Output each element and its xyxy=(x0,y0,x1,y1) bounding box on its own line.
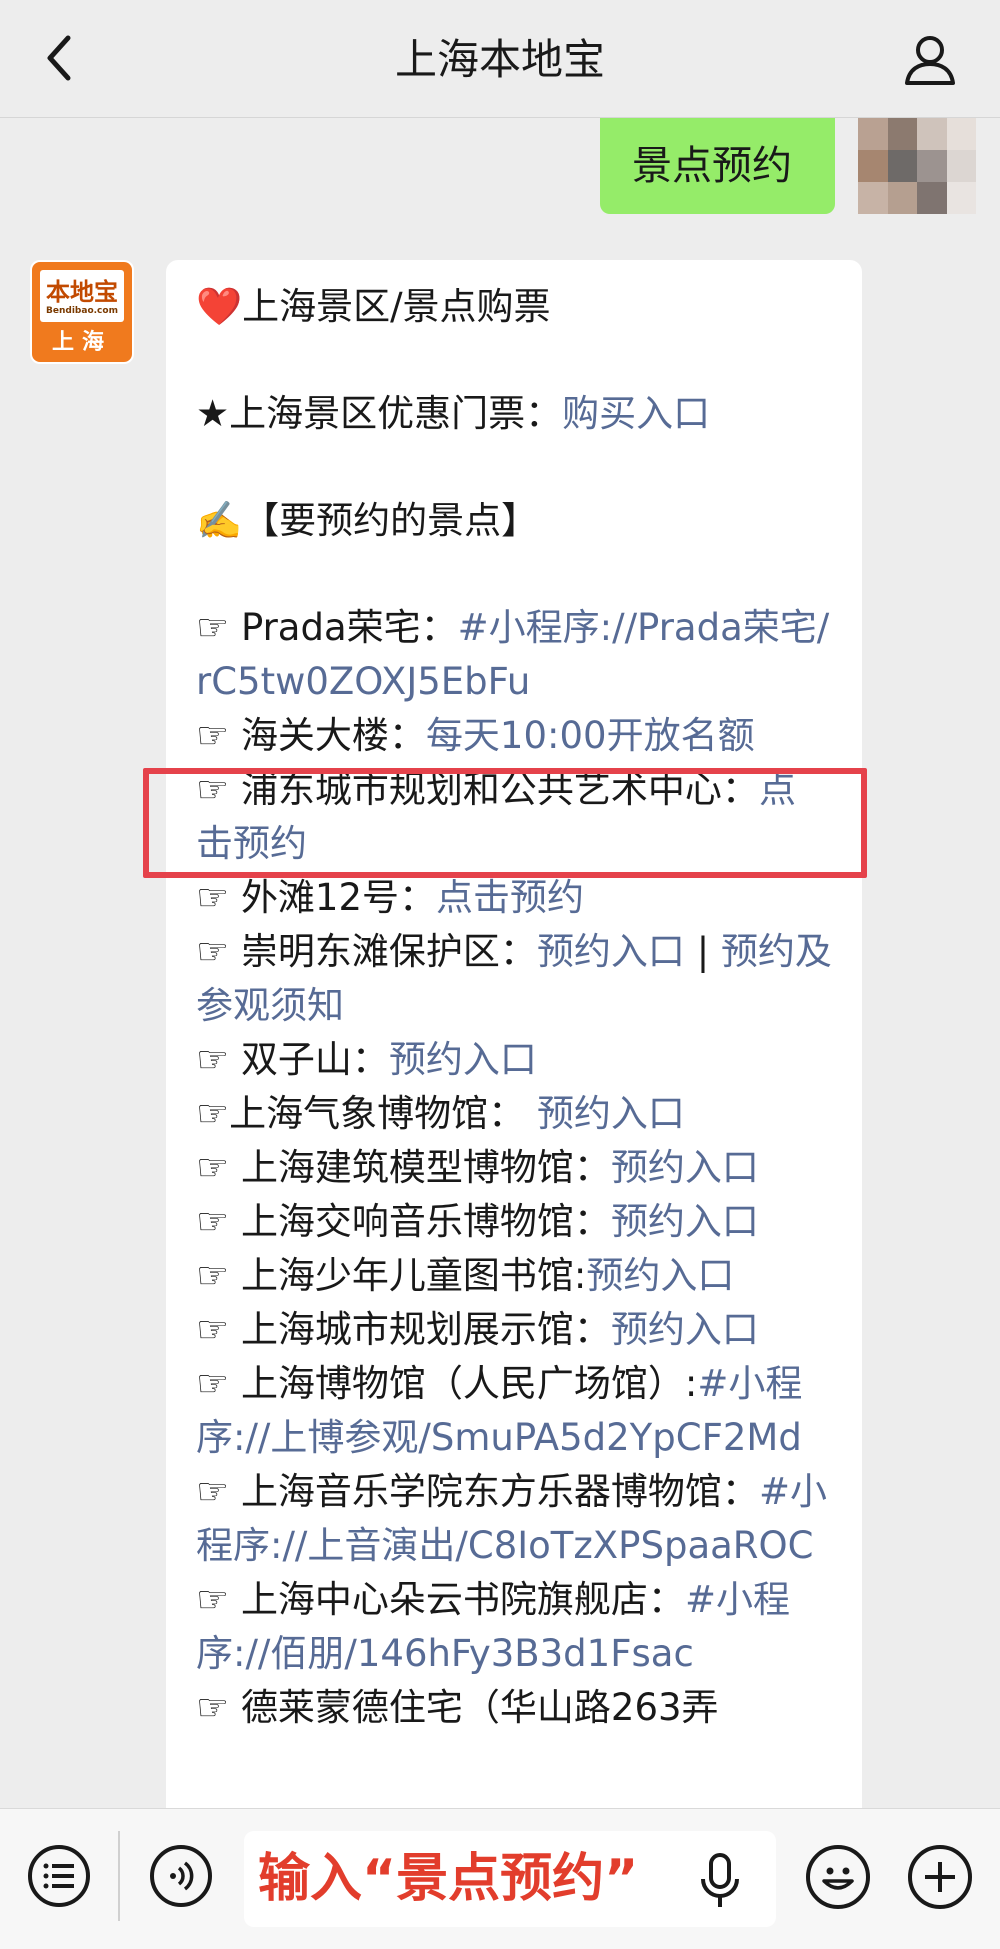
more-button[interactable] xyxy=(908,1845,972,1909)
header-bar: 上海本地宝 xyxy=(0,0,1000,118)
attraction-item: ☞ 上海交响音乐博物馆：预约入口 xyxy=(196,1195,832,1249)
attraction-item: ☞ 德莱蒙德住宅（华山路263弄 xyxy=(196,1681,832,1735)
buy-ticket-link[interactable]: 购买入口 xyxy=(562,392,710,435)
toolbar-divider xyxy=(118,1831,120,1921)
attraction-item: ☞ Prada荣宅：#小程序://Prada荣宅/rC5tw0ZOXJ5EbFu xyxy=(196,601,832,709)
pointing-hand-icon: ☞ xyxy=(196,1362,241,1405)
plus-icon xyxy=(925,1862,955,1892)
attraction-item: ☞ 崇明东滩保护区：预约入口 | 预约及参观须知 xyxy=(196,925,832,1033)
attraction-name: 外滩12号： xyxy=(240,876,437,919)
reservation-link[interactable]: 预约入口 xyxy=(389,1038,537,1081)
outgoing-message-text: 景点预约 xyxy=(632,143,792,189)
attraction-name: 上海中心朵云书院旗舰店： xyxy=(240,1578,685,1621)
pointing-hand-icon: ☞ xyxy=(196,1092,230,1135)
ticket-label: ★上海景区优惠门票： xyxy=(196,392,563,435)
pointing-hand-icon: ☞ xyxy=(196,1146,241,1189)
reservation-link[interactable]: 每天10:00开放名额 xyxy=(426,714,755,757)
attraction-item: ☞ 外滩12号：点击预约 xyxy=(196,871,832,925)
person-icon xyxy=(905,36,955,85)
pointing-hand-icon: ☞ xyxy=(196,1470,241,1513)
incoming-message-bubble: ❤️上海景区/景点购票 ★上海景区优惠门票：购买入口 ✍️【要预约的景点】 ☞ … xyxy=(166,260,862,1820)
back-button[interactable] xyxy=(32,30,88,86)
message-input[interactable]: 输入“景点预约” xyxy=(244,1831,776,1927)
menu-button[interactable] xyxy=(28,1845,90,1907)
reservation-link[interactable]: 预约入口 xyxy=(537,930,685,973)
chat-title: 上海本地宝 xyxy=(394,35,605,84)
attraction-item: ☞ 上海中心朵云书院旗舰店：#小程序://佰朋/146hFy3B3d1Fsac xyxy=(196,1573,832,1681)
mic-icon[interactable] xyxy=(698,1853,742,1909)
voice-button[interactable] xyxy=(150,1845,212,1907)
attraction-item: ☞上海气象博物馆： 预约入口 xyxy=(196,1087,832,1141)
chevron-left-icon xyxy=(47,35,71,81)
attraction-name: 上海少年儿童图书馆: xyxy=(240,1254,587,1297)
avatar-city: 上海 xyxy=(51,330,112,355)
pointing-hand-icon: ☞ xyxy=(196,1254,241,1297)
attraction-item: ☞ 浦东城市规划和公共艺术中心：点击预约 xyxy=(196,763,832,871)
pointing-hand-icon: ☞ xyxy=(196,1038,241,1081)
attraction-item: ☞ 上海城市规划展示馆：预约入口 xyxy=(196,1303,832,1357)
link-separator: | xyxy=(684,930,721,973)
input-toolbar: 输入“景点预约” xyxy=(0,1808,1000,1949)
attraction-name: 上海城市规划展示馆： xyxy=(240,1308,611,1351)
emoji-icon xyxy=(822,1867,854,1890)
attraction-name: 双子山： xyxy=(240,1038,389,1081)
attraction-name: 海关大楼： xyxy=(240,714,426,757)
attraction-item: ☞ 上海建筑模型博物馆：预约入口 xyxy=(196,1141,832,1195)
attraction-item: ☞ 上海音乐学院东方乐器博物馆：#小程序://上音演出/C8IoTzXPSpaa… xyxy=(196,1465,832,1573)
attraction-name: 上海博物馆（人民广场馆）: xyxy=(240,1362,698,1405)
ticket-line: ★上海景区优惠门票：购买入口 xyxy=(196,387,832,441)
attraction-item: ☞ 上海博物馆（人民广场馆）:#小程序://上博参观/SmuPA5d2YpCF2… xyxy=(196,1357,832,1465)
reservation-link[interactable]: 预约入口 xyxy=(611,1146,759,1189)
avatar-domain: Bendibao.com xyxy=(46,306,118,316)
attraction-item: ☞ 双子山：预约入口 xyxy=(196,1033,832,1087)
emoji-button[interactable] xyxy=(806,1845,870,1909)
attraction-name: 崇明东滩保护区： xyxy=(240,930,537,973)
attraction-name: 上海交响音乐博物馆： xyxy=(240,1200,611,1243)
attraction-item: ☞ 上海少年儿童图书馆:预约入口 xyxy=(196,1249,832,1303)
pointing-hand-icon: ☞ xyxy=(196,768,241,811)
attraction-name: 浦东城市规划和公共艺术中心： xyxy=(240,768,759,811)
heart-icon: ❤️ xyxy=(196,285,243,328)
attraction-name: 上海气象博物馆： xyxy=(229,1092,537,1135)
pointing-hand-icon: ☞ xyxy=(196,876,241,919)
pointing-hand-icon: ☞ xyxy=(196,606,241,649)
attraction-list: ☞ Prada荣宅：#小程序://Prada荣宅/rC5tw0ZOXJ5EbFu… xyxy=(196,601,832,1735)
attraction-name: 上海建筑模型博物馆： xyxy=(240,1146,611,1189)
outgoing-message-bubble[interactable]: 景点预约 xyxy=(600,118,835,214)
attraction-name: Prada荣宅： xyxy=(240,606,458,649)
reservation-link[interactable]: 预约入口 xyxy=(537,1092,685,1135)
pointing-hand-icon: ☞ xyxy=(196,1200,241,1243)
attraction-name: 德莱蒙德住宅（华山路263弄 xyxy=(240,1686,719,1729)
pointing-hand-icon: ☞ xyxy=(196,1578,241,1621)
attraction-item: ☞ 海关大楼：每天10:00开放名额 xyxy=(196,709,832,763)
section-heading: ✍️【要预约的景点】 xyxy=(196,499,539,542)
pointing-hand-icon: ☞ xyxy=(196,1308,241,1351)
user-avatar[interactable] xyxy=(858,118,976,214)
attraction-name: 上海音乐学院东方乐器博物馆： xyxy=(240,1470,759,1513)
reservation-link[interactable]: 预约入口 xyxy=(586,1254,734,1297)
voice-icon xyxy=(170,1861,194,1891)
profile-button[interactable] xyxy=(900,30,960,90)
reservation-link[interactable]: 预约入口 xyxy=(611,1200,759,1243)
pointing-hand-icon: ☞ xyxy=(196,714,241,757)
pointing-hand-icon: ☞ xyxy=(196,930,241,973)
reservation-link[interactable]: 预约入口 xyxy=(611,1308,759,1351)
message-heading: ❤️上海景区/景点购票 xyxy=(196,285,551,328)
reservation-link[interactable]: 点击预约 xyxy=(436,876,584,919)
menu-list-icon xyxy=(43,1863,74,1889)
pointing-hand-icon: ☞ xyxy=(196,1686,241,1729)
account-avatar[interactable]: 本地宝 Bendibao.com 上海 xyxy=(30,260,134,364)
